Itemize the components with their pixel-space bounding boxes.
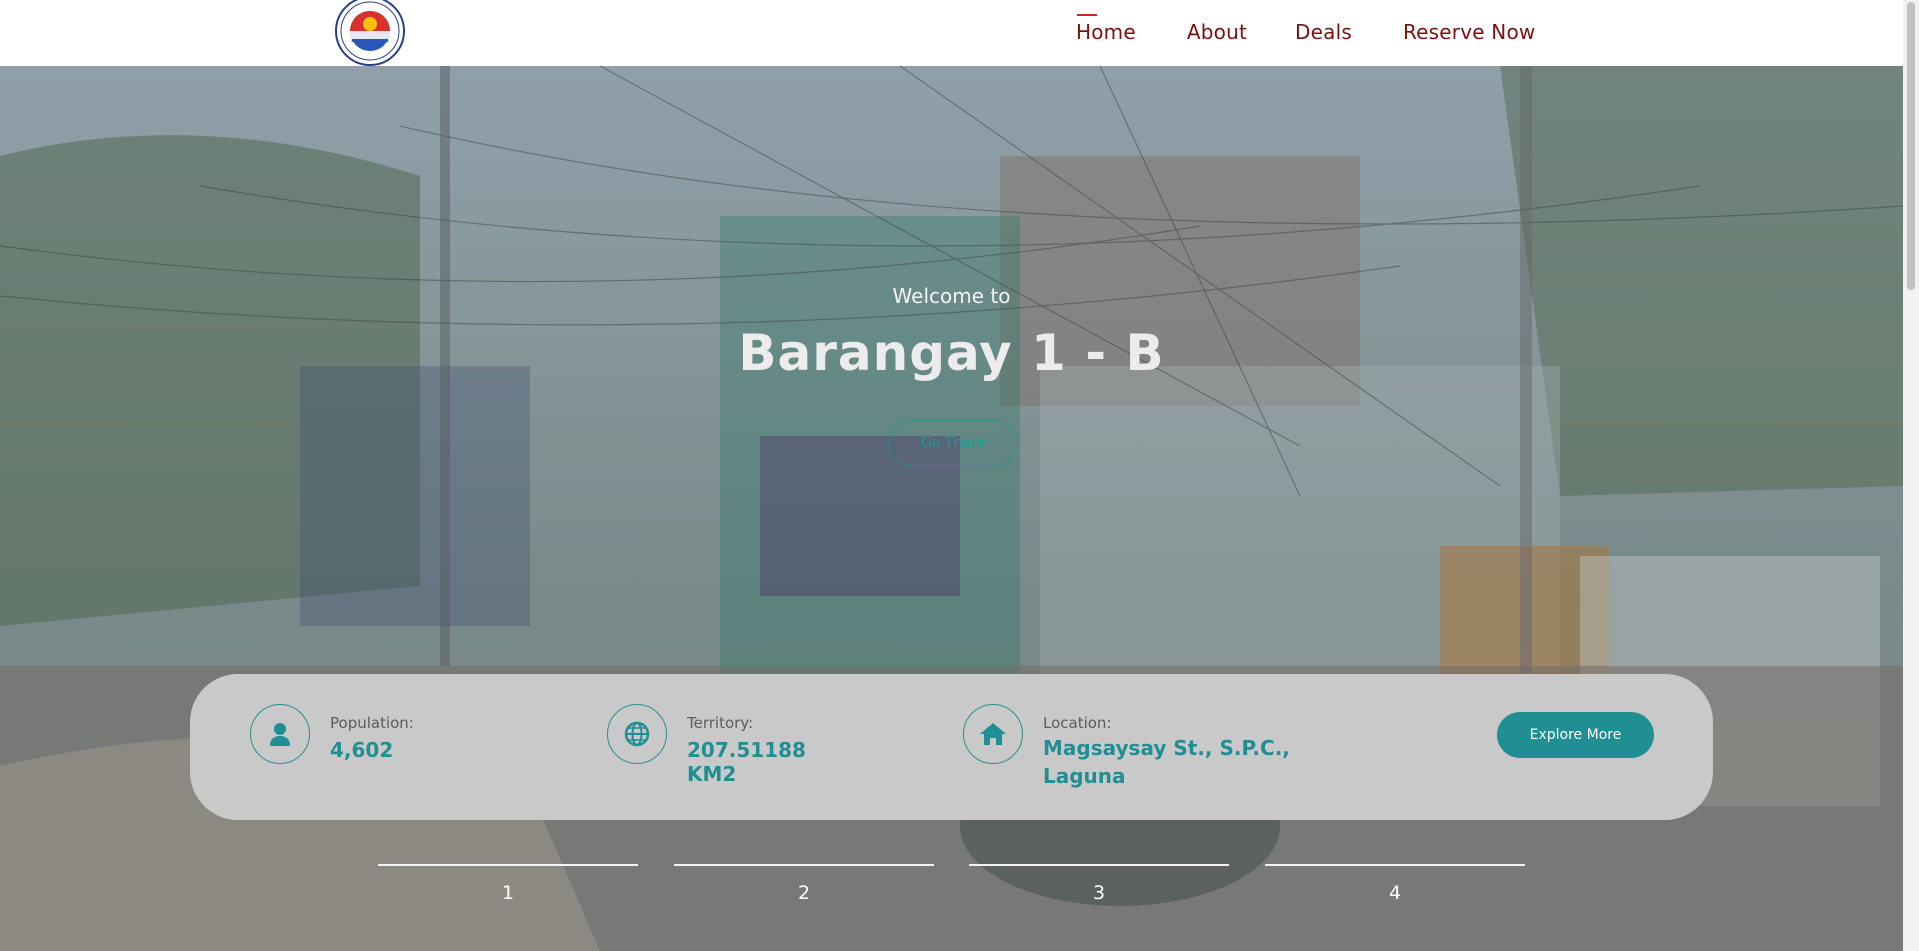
globe-icon bbox=[607, 704, 667, 764]
stats-card: Population: 4,602 Territory: 207.51188 K… bbox=[190, 674, 1713, 820]
nav-home[interactable]: Home bbox=[1076, 14, 1136, 50]
scrollbar-thumb[interactable] bbox=[1907, 2, 1915, 290]
go-there-button[interactable]: Go There bbox=[888, 420, 1018, 466]
site-header: Home About Deals Reserve Now bbox=[0, 0, 1903, 66]
stat-value: 207.51188 KM2 bbox=[687, 738, 806, 786]
barangay-seal-logo[interactable] bbox=[334, 0, 406, 66]
main-nav: Home About Deals Reserve Now bbox=[1076, 14, 1536, 50]
stat-value: 4,602 bbox=[330, 738, 394, 762]
page-scrollbar[interactable] bbox=[1903, 0, 1919, 951]
nav-reserve-now[interactable]: Reserve Now bbox=[1403, 20, 1536, 50]
slide-tab-3[interactable]: 3 bbox=[969, 864, 1229, 924]
home-icon bbox=[963, 704, 1023, 764]
nav-deals[interactable]: Deals bbox=[1295, 20, 1352, 50]
nav-about[interactable]: About bbox=[1187, 20, 1247, 50]
stat-value: Magsaysay St., S.P.C., Laguna bbox=[1043, 736, 1290, 788]
stat-label: Territory: bbox=[687, 714, 754, 732]
hero-welcome-text: Welcome to bbox=[892, 284, 1011, 308]
user-icon bbox=[250, 704, 310, 764]
stat-label: Location: bbox=[1043, 714, 1112, 732]
slide-tab-1[interactable]: 1 bbox=[378, 864, 638, 924]
hero-title: Barangay 1 - B bbox=[738, 324, 1165, 382]
stat-label: Population: bbox=[330, 714, 414, 732]
explore-more-button[interactable]: Explore More bbox=[1497, 712, 1654, 758]
slide-pagination: 1 2 3 4 bbox=[0, 864, 1903, 924]
slide-tab-4[interactable]: 4 bbox=[1265, 864, 1525, 924]
slide-tab-2[interactable]: 2 bbox=[674, 864, 934, 924]
